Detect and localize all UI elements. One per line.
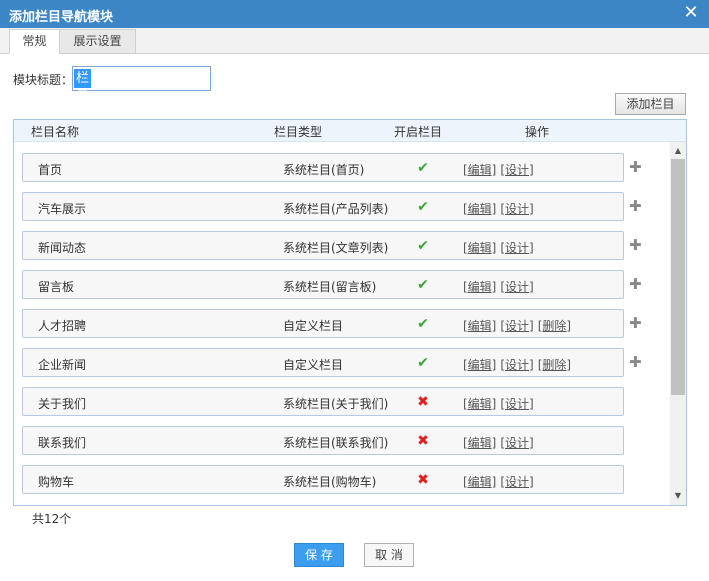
row-type: 系统栏目(文章列表) [283, 241, 389, 255]
row-operations: [编辑] [设计] [463, 278, 538, 295]
check-icon[interactable]: ✔ [416, 160, 430, 176]
row-name: 人才招聘 [38, 319, 87, 333]
cross-icon[interactable]: ✖ [416, 433, 430, 449]
design-link[interactable]: [设计] [500, 241, 533, 255]
table-row: 新闻动态 系统栏目(文章列表) ✔ [编辑] [设计] [22, 231, 624, 260]
edit-link[interactable]: [编辑] [463, 436, 496, 450]
scroll-up-icon[interactable]: ▲ [670, 144, 686, 158]
row-name: 留言板 [38, 280, 75, 294]
list-rows: 首页 系统栏目(首页) ✔ [编辑] [设计] ✚ 汽车展示 系统栏目(产品列表)… [14, 142, 670, 505]
design-link[interactable]: [设计] [500, 436, 533, 450]
row-name: 购物车 [38, 475, 75, 489]
table-row: 人才招聘 自定义栏目 ✔ [编辑] [设计] [删除] [22, 309, 624, 338]
design-link[interactable]: [设计] [500, 319, 533, 333]
plus-icon[interactable]: ✚ [629, 277, 642, 292]
tab-display-settings[interactable]: 展示设置 [59, 29, 136, 54]
row-operations: [编辑] [设计] [删除] [463, 317, 575, 334]
add-column-button[interactable]: 添加栏目 [615, 93, 686, 115]
row-operations: [编辑] [设计] [463, 473, 538, 490]
design-link[interactable]: [设计] [500, 280, 533, 294]
design-link[interactable]: [设计] [500, 475, 533, 489]
check-icon[interactable]: ✔ [416, 238, 430, 254]
design-link[interactable]: [设计] [500, 202, 533, 216]
edit-link[interactable]: [编辑] [463, 475, 496, 489]
row-operations: [编辑] [设计] [463, 395, 538, 412]
header-operations: 操作 [525, 125, 550, 139]
table-row: 留言板 系统栏目(留言板) ✔ [编辑] [设计] [22, 270, 624, 299]
row-operations: [编辑] [设计] [463, 434, 538, 451]
header-column-enabled: 开启栏目 [394, 125, 443, 139]
plus-icon[interactable]: ✚ [629, 316, 642, 331]
dialog-titlebar: 添加栏目导航模块 ✕ [0, 0, 709, 28]
row-operations: [编辑] [设计] [463, 239, 538, 256]
table-row: 汽车展示 系统栏目(产品列表) ✔ [编辑] [设计] [22, 192, 624, 221]
row-type: 系统栏目(联系我们) [283, 436, 389, 450]
row-name: 首页 [38, 163, 63, 177]
check-icon[interactable]: ✔ [416, 355, 430, 371]
table-row: 企业新闻 自定义栏目 ✔ [编辑] [设计] [删除] [22, 348, 624, 377]
edit-link[interactable]: [编辑] [463, 202, 496, 216]
row-type: 系统栏目(关于我们) [283, 397, 389, 411]
design-link[interactable]: [设计] [500, 397, 533, 411]
row-type: 自定义栏目 [283, 319, 344, 333]
row-name: 新闻动态 [38, 241, 87, 255]
cross-icon[interactable]: ✖ [416, 394, 430, 410]
row-type: 系统栏目(留言板) [283, 280, 377, 294]
item-count: 共12个 [32, 512, 72, 526]
cancel-button[interactable]: 取 消 [364, 543, 414, 567]
row-name: 企业新闻 [38, 358, 87, 372]
module-title-input[interactable] [72, 66, 211, 91]
edit-link[interactable]: [编辑] [463, 319, 496, 333]
row-name: 联系我们 [38, 436, 87, 450]
edit-link[interactable]: [编辑] [463, 397, 496, 411]
module-title-label: 模块标题： [13, 73, 74, 87]
vertical-scrollbar[interactable]: ▲ ▼ [670, 142, 686, 505]
plus-icon[interactable]: ✚ [629, 199, 642, 214]
check-icon[interactable]: ✔ [416, 277, 430, 293]
tab-general[interactable]: 常规 [9, 29, 60, 54]
edit-link[interactable]: [编辑] [463, 241, 496, 255]
check-icon[interactable]: ✔ [416, 316, 430, 332]
edit-link[interactable]: [编辑] [463, 163, 496, 177]
close-icon[interactable]: ✕ [682, 3, 700, 23]
check-icon[interactable]: ✔ [416, 199, 430, 215]
row-operations: [编辑] [设计] [463, 161, 538, 178]
header-column-type: 栏目类型 [274, 125, 323, 139]
table-row: 首页 系统栏目(首页) ✔ [编辑] [设计] [22, 153, 624, 182]
plus-icon[interactable]: ✚ [629, 355, 642, 370]
design-link[interactable]: [设计] [500, 163, 533, 177]
table-row: 联系我们 系统栏目(联系我们) ✖ [编辑] [设计] [22, 426, 624, 455]
table-row: 关于我们 系统栏目(关于我们) ✖ [编辑] [设计] [22, 387, 624, 416]
row-type: 系统栏目(产品列表) [283, 202, 389, 216]
row-type: 系统栏目(购物车) [283, 475, 377, 489]
column-list: 栏目名称 栏目类型 开启栏目 操作 首页 系统栏目(首页) ✔ [编辑] [设计]… [13, 119, 687, 506]
design-link[interactable]: [设计] [500, 358, 533, 372]
table-row: 购物车 系统栏目(购物车) ✖ [编辑] [设计] [22, 465, 624, 494]
edit-link[interactable]: [编辑] [463, 280, 496, 294]
header-column-name: 栏目名称 [31, 125, 80, 139]
save-button[interactable]: 保 存 [294, 543, 344, 567]
delete-link[interactable]: [删除] [538, 319, 571, 333]
row-name: 关于我们 [38, 397, 87, 411]
delete-link[interactable]: [删除] [538, 358, 571, 372]
tab-bar: 常规 展示设置 [0, 28, 709, 54]
edit-link[interactable]: [编辑] [463, 358, 496, 372]
plus-icon[interactable]: ✚ [629, 160, 642, 175]
list-header: 栏目名称 栏目类型 开启栏目 操作 [14, 120, 686, 142]
row-operations: [编辑] [设计] [463, 200, 538, 217]
row-name: 汽车展示 [38, 202, 87, 216]
cross-icon[interactable]: ✖ [416, 472, 430, 488]
row-operations: [编辑] [设计] [删除] [463, 356, 575, 373]
plus-icon[interactable]: ✚ [629, 238, 642, 253]
row-type: 自定义栏目 [283, 358, 344, 372]
dialog-title: 添加栏目导航模块 [9, 10, 114, 25]
scroll-down-icon[interactable]: ▼ [670, 489, 686, 503]
row-type: 系统栏目(首页) [283, 163, 365, 177]
scroll-thumb[interactable] [671, 159, 685, 395]
